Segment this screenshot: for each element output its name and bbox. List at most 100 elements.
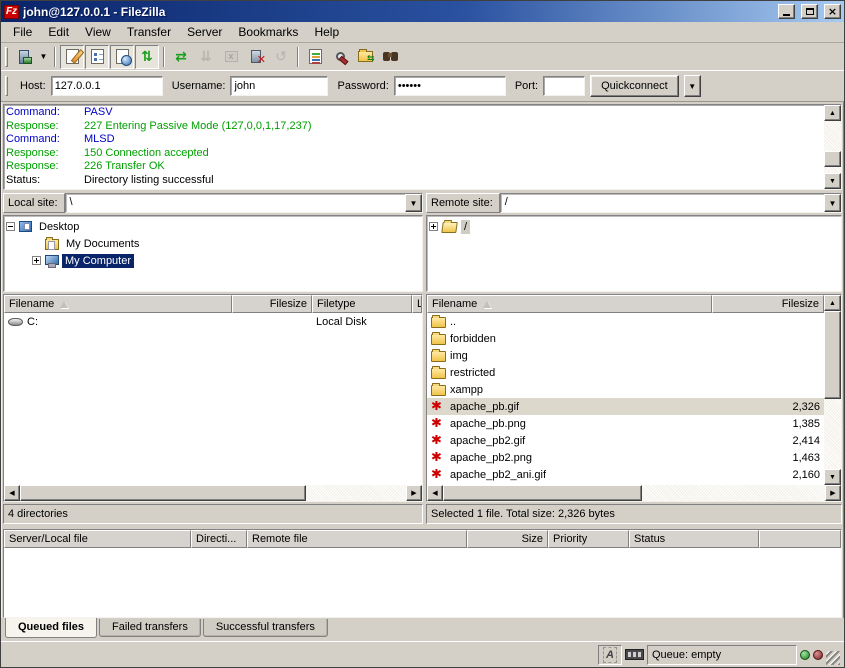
username-input[interactable]	[230, 76, 328, 96]
tree-item-root[interactable]: /	[429, 218, 841, 235]
local-tree-icon	[91, 49, 104, 64]
remote-file-row[interactable]: img	[427, 347, 824, 364]
remote-horizontal-scrollbar[interactable]: ◀ ▶	[427, 485, 841, 501]
collapse-icon[interactable]	[6, 222, 15, 231]
process-queue-button[interactable]: ⇊	[194, 45, 218, 69]
remote-file-row[interactable]: ✱apache_pb2_ani.gif2,160	[427, 466, 824, 483]
log-vertical-scrollbar[interactable]: ▲ ▼	[824, 105, 841, 189]
reconnect-button[interactable]: ↺	[269, 45, 293, 69]
title-bar[interactable]: Fz john@127.0.0.1 - FileZilla ×	[1, 1, 844, 22]
toolbar-separator	[297, 47, 299, 67]
local-pane: Local site: \ ▼ Desktop My Documents	[3, 192, 423, 524]
tab-failed-transfers[interactable]: Failed transfers	[99, 619, 201, 637]
scroll-right-icon[interactable]: ▶	[406, 485, 422, 501]
local-disk-icon	[8, 318, 23, 326]
host-input[interactable]	[51, 76, 163, 96]
chevron-down-icon[interactable]: ▼	[405, 194, 422, 212]
maximize-icon	[806, 8, 814, 15]
column-header-priority[interactable]: Priority	[548, 530, 629, 548]
menu-server[interactable]: Server	[179, 23, 230, 42]
queue-header: Server/Local file Directi... Remote file…	[4, 530, 841, 548]
site-manager-dropdown-button[interactable]: ▼	[37, 45, 50, 69]
disconnect-button[interactable]	[244, 45, 268, 69]
minimize-button[interactable]	[778, 4, 795, 19]
scroll-up-icon[interactable]: ▲	[824, 105, 841, 121]
toggle-local-tree-button[interactable]	[85, 45, 109, 69]
find-files-button[interactable]	[378, 45, 402, 69]
directory-comparison-button[interactable]	[353, 45, 377, 69]
expand-icon[interactable]	[32, 256, 41, 265]
cancel-button[interactable]	[219, 45, 243, 69]
remote-file-row[interactable]: forbidden	[427, 330, 824, 347]
folder-icon	[431, 351, 446, 362]
menu-view[interactable]: View	[77, 23, 119, 42]
remote-file-row-selected[interactable]: ✱apache_pb.gif2,326	[427, 398, 824, 415]
directory-listing-button[interactable]	[303, 45, 327, 69]
toggle-remote-tree-button[interactable]	[110, 45, 134, 69]
tab-successful-transfers[interactable]: Successful transfers	[203, 619, 328, 637]
image-file-icon: ✱	[431, 401, 446, 412]
remote-vertical-scrollbar[interactable]: ▲ ▼	[824, 295, 841, 485]
transfer-type-panel: A	[598, 645, 622, 665]
chevron-down-icon[interactable]: ▼	[824, 194, 841, 212]
reconnect-icon: ↺	[275, 49, 287, 65]
scroll-left-icon[interactable]: ◀	[427, 485, 443, 501]
image-file-icon: ✱	[431, 452, 446, 463]
message-log: Command:PASV Response:227 Entering Passi…	[3, 104, 842, 190]
menu-edit[interactable]: Edit	[40, 23, 77, 42]
column-header-filesize[interactable]: Filesize	[232, 295, 312, 313]
column-header-server-local-file[interactable]: Server/Local file	[4, 530, 191, 548]
remote-file-row[interactable]: restricted	[427, 364, 824, 381]
log-entry: Status:Directory listing successful	[6, 174, 822, 188]
column-header-filesize[interactable]: Filesize	[712, 295, 824, 313]
filter-icon	[336, 52, 345, 61]
remote-site-combobox[interactable]: / ▼	[500, 193, 842, 213]
toggle-transfer-queue-button[interactable]: ⇅	[135, 45, 159, 69]
tree-item-my-computer[interactable]: My Computer	[6, 252, 422, 269]
tree-item-my-documents[interactable]: My Documents	[6, 235, 422, 252]
local-list-header: Filename Filesize Filetype L	[4, 295, 422, 313]
quickconnect-dropdown-button[interactable]: ▼	[684, 75, 701, 97]
filter-button[interactable]	[328, 45, 352, 69]
maximize-button[interactable]	[801, 4, 818, 19]
menu-file[interactable]: File	[5, 23, 40, 42]
expand-icon[interactable]	[429, 222, 438, 231]
local-horizontal-scrollbar[interactable]: ◀ ▶	[4, 485, 422, 501]
column-header-filename[interactable]: Filename	[4, 295, 232, 313]
quickconnect-button[interactable]: Quickconnect	[590, 75, 679, 97]
refresh-button[interactable]: ⇄	[169, 45, 193, 69]
remote-file-row[interactable]: ✱apache_pb2.png1,463	[427, 449, 824, 466]
column-header-size[interactable]: Size	[467, 530, 548, 548]
local-site-combobox[interactable]: \ ▼	[65, 193, 423, 213]
password-input[interactable]	[394, 76, 506, 96]
site-manager-button[interactable]	[12, 45, 36, 69]
scroll-down-icon[interactable]: ▼	[824, 173, 841, 189]
scroll-left-icon[interactable]: ◀	[4, 485, 20, 501]
column-header-last-modified[interactable]: L	[412, 295, 422, 313]
resize-grip[interactable]	[826, 651, 840, 665]
scroll-down-icon[interactable]: ▼	[824, 469, 841, 485]
close-button[interactable]: ×	[824, 4, 841, 19]
remote-list-rows: .. forbidden img restricted xampp ✱apach…	[427, 313, 824, 485]
menu-help[interactable]: Help	[306, 23, 347, 42]
scroll-up-icon[interactable]: ▲	[824, 295, 841, 311]
column-header-remote-file[interactable]: Remote file	[247, 530, 467, 548]
column-header-filetype[interactable]: Filetype	[312, 295, 412, 313]
remote-file-row[interactable]: ..	[427, 313, 824, 330]
remote-file-row[interactable]: ✱apache_pb2.gif2,414	[427, 432, 824, 449]
local-file-row[interactable]: C: Local Disk	[4, 313, 422, 330]
tab-queued-files[interactable]: Queued files	[5, 618, 97, 638]
column-header-status[interactable]: Status	[629, 530, 759, 548]
column-header-filename[interactable]: Filename	[427, 295, 712, 313]
port-input[interactable]	[543, 76, 585, 96]
tree-item-desktop[interactable]: Desktop	[6, 218, 422, 235]
transfer-queue-icon: ⇅	[141, 50, 153, 64]
remote-file-row[interactable]: xampp	[427, 381, 824, 398]
status-bar: A Queue: empty	[1, 641, 844, 667]
toggle-message-log-button[interactable]	[60, 45, 84, 69]
menu-transfer[interactable]: Transfer	[119, 23, 179, 42]
scroll-right-icon[interactable]: ▶	[825, 485, 841, 501]
remote-file-row[interactable]: ✱apache_pb.png1,385	[427, 415, 824, 432]
menu-bookmarks[interactable]: Bookmarks	[230, 23, 306, 42]
column-header-direction[interactable]: Directi...	[191, 530, 247, 548]
